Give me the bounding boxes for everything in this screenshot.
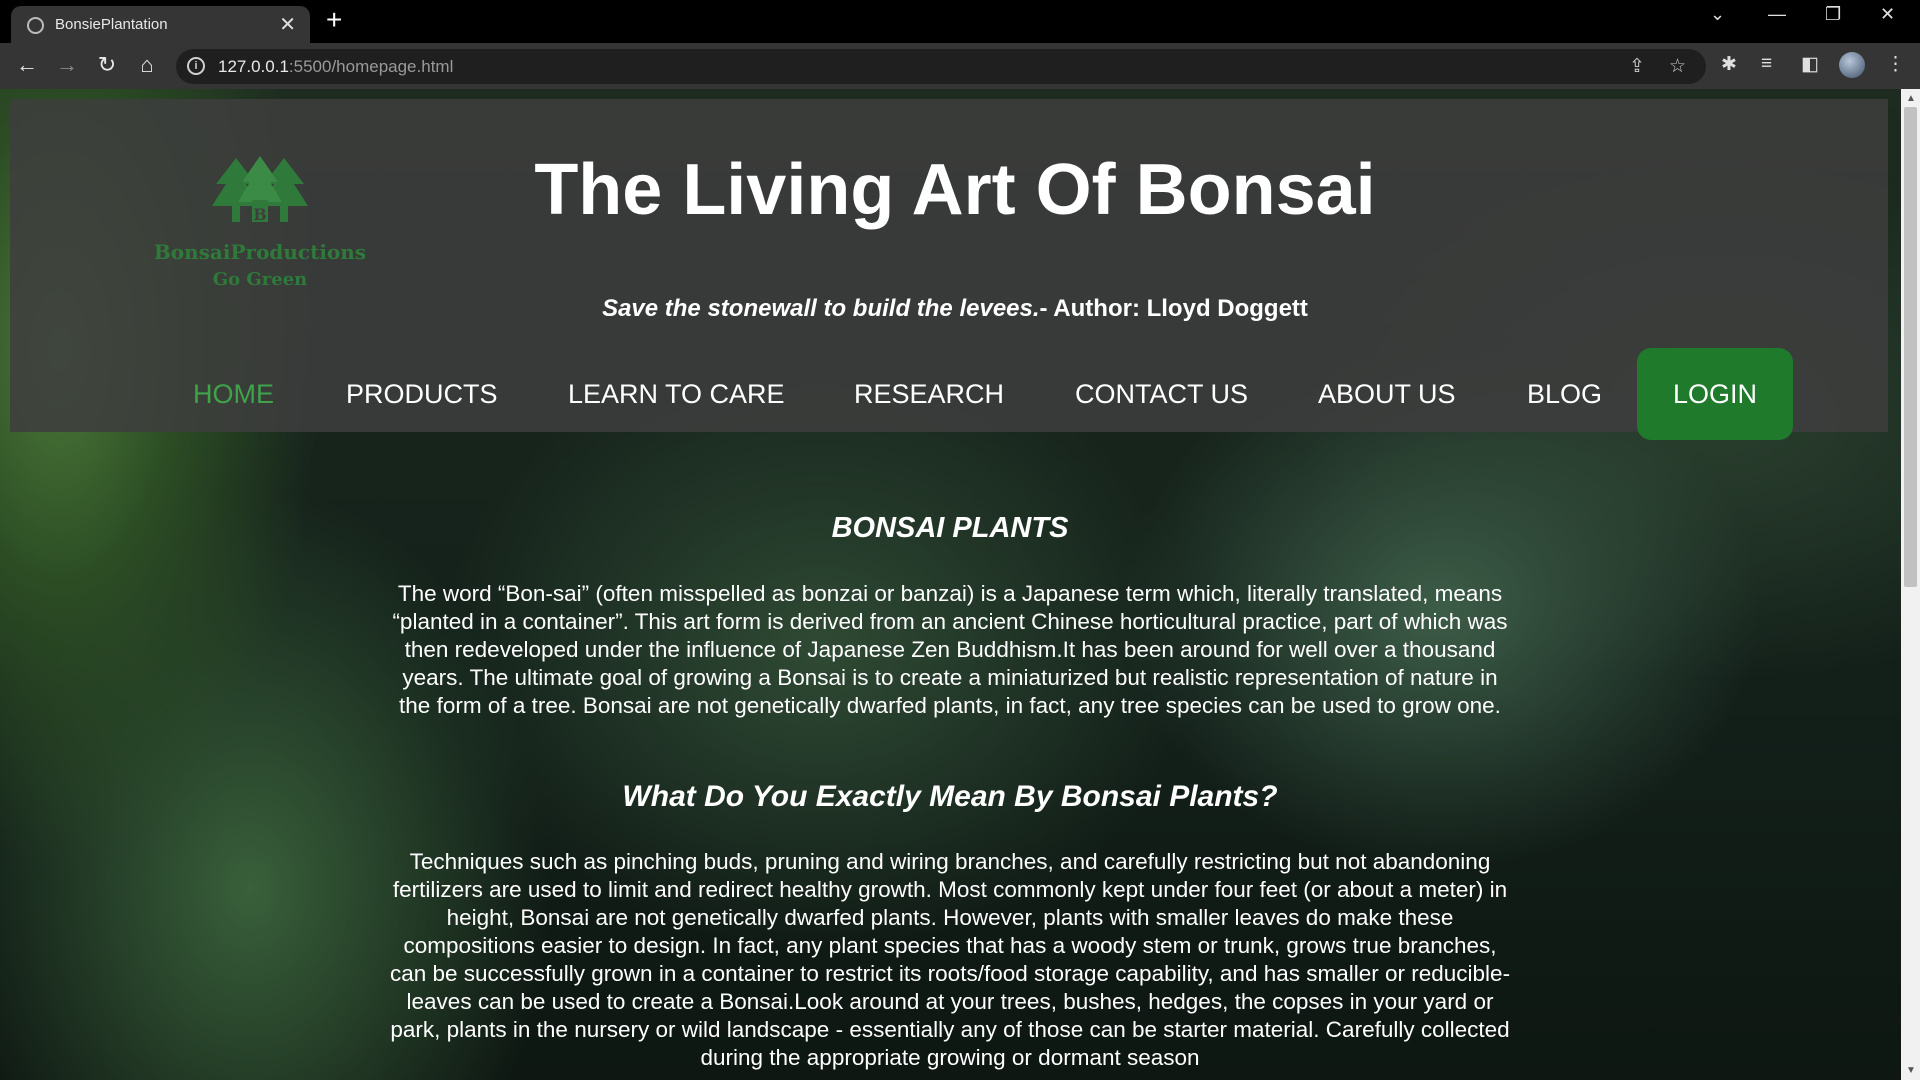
profile-avatar[interactable] <box>1839 52 1865 78</box>
page-title: The Living Art Of Bonsai <box>534 150 1376 230</box>
login-button[interactable]: LOGIN <box>1637 348 1793 440</box>
nav-products[interactable]: PRODUCTS <box>346 350 498 438</box>
nav-contact-us[interactable]: CONTACT US <box>1075 350 1248 438</box>
share-icon[interactable]: ⇪ <box>1629 55 1645 78</box>
quote-author: - Author: Lloyd Doggett <box>1039 295 1308 322</box>
back-icon[interactable]: ← <box>12 52 42 78</box>
sidepanel-icon[interactable]: ◧ <box>1801 53 1819 76</box>
globe-icon <box>27 17 44 34</box>
header-quote: Save the stonewall to build the levees.-… <box>10 295 1900 323</box>
subsection-heading: What Do You Exactly Mean By Bonsai Plant… <box>622 780 1278 813</box>
home-icon[interactable]: ⌂ <box>132 52 162 78</box>
nav-home[interactable]: HOME <box>193 350 274 438</box>
restore-icon[interactable]: ❐ <box>1825 4 1841 25</box>
menu-icon[interactable]: ⋮ <box>1886 53 1905 76</box>
detail-paragraph: Techniques such as pinching buds, prunin… <box>389 849 1511 1070</box>
nav-about-us[interactable]: ABOUT US <box>1318 350 1456 438</box>
url-text: 127.0.0.1:5500/homepage.html <box>218 57 454 76</box>
tab-title: BonsiePlantation <box>55 16 168 33</box>
section-heading: BONSAI PLANTS <box>831 512 1069 544</box>
star-icon[interactable]: ☆ <box>1669 55 1686 78</box>
logo-name: BonsaiProductions <box>153 240 367 264</box>
new-tab-icon[interactable]: + <box>326 4 342 36</box>
reload-icon[interactable]: ↻ <box>92 52 122 78</box>
nav-research[interactable]: RESEARCH <box>854 350 1004 438</box>
intro-paragraph: The word “Bon-sai” (often misspelled as … <box>392 581 1508 718</box>
close-tab-icon[interactable]: ✕ <box>279 12 296 37</box>
quote-text: Save the stonewall to build the levees. <box>602 295 1040 322</box>
scroll-thumb[interactable] <box>1904 107 1917 587</box>
vertical-scrollbar[interactable]: ▲ ▼ <box>1901 89 1920 1080</box>
browser-toolbar: ← → ↻ ⌂ i 127.0.0.1:5500/homepage.html ⇪… <box>0 43 1920 89</box>
page-viewport: B BonsaiProductions Go Green The Living … <box>0 89 1901 1080</box>
nav-learn-to-care[interactable]: LEARN TO CARE <box>568 350 785 438</box>
scroll-up-icon[interactable]: ▲ <box>1906 93 1916 104</box>
extensions-icon[interactable]: ✱ <box>1721 53 1737 76</box>
tab-search-icon[interactable]: ⌄ <box>1710 4 1725 25</box>
browser-tab[interactable]: BonsiePlantation ✕ <box>11 6 310 43</box>
logo-tagline: Go Green <box>212 269 308 290</box>
scroll-down-icon[interactable]: ▼ <box>1906 1065 1916 1076</box>
nav-blog[interactable]: BLOG <box>1527 350 1602 438</box>
browser-tabbar: BonsiePlantation ✕ + ⌄ — ❐ ✕ <box>0 0 1920 43</box>
site-header: B BonsaiProductions Go Green The Living … <box>10 99 1888 440</box>
close-window-icon[interactable]: ✕ <box>1880 4 1895 25</box>
minimize-icon[interactable]: — <box>1768 4 1786 25</box>
media-icon[interactable]: ≡ <box>1761 53 1772 75</box>
forward-icon[interactable]: → <box>52 52 82 78</box>
site-info-icon[interactable]: i <box>187 57 205 75</box>
address-bar[interactable]: i 127.0.0.1:5500/homepage.html ⇪ ☆ <box>176 49 1706 84</box>
